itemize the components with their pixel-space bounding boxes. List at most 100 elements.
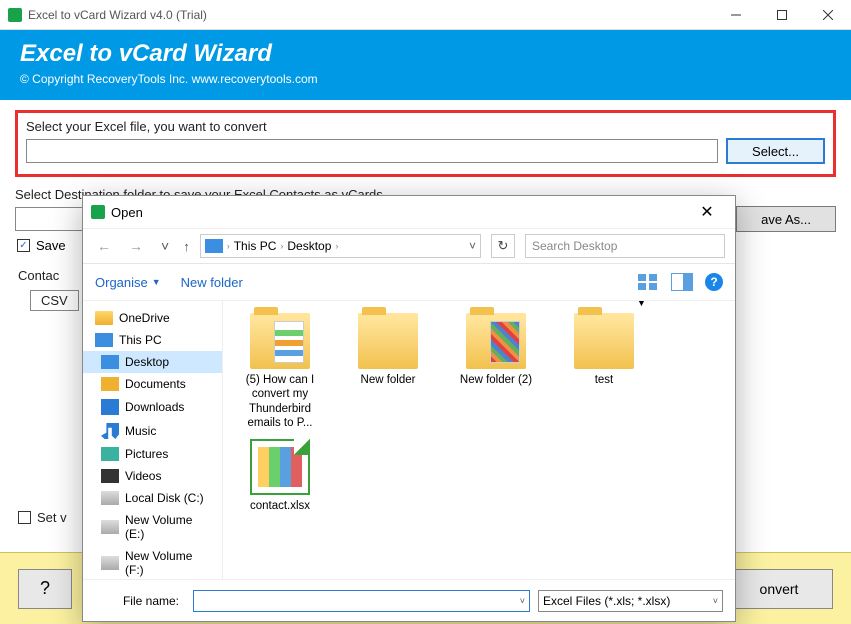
dialog-title: Open (111, 205, 687, 220)
pc-icon (205, 239, 223, 253)
ic-vid-icon (101, 469, 119, 483)
select-button[interactable]: Select... (726, 138, 825, 164)
ic-docs-icon (101, 377, 119, 391)
folder-icon (466, 313, 526, 369)
app-header-title: Excel to vCard Wizard (20, 40, 831, 68)
tree-item[interactable]: Music (83, 419, 222, 443)
ic-music-icon (101, 423, 119, 439)
contact-label: Contac (18, 268, 59, 283)
ic-pic-icon (101, 447, 119, 461)
nav-recent-icon[interactable]: ˅ (157, 238, 173, 254)
chevron-down-icon[interactable]: ˅ (520, 596, 525, 606)
dialog-footer: File name: ˅ Excel Files (*.xls; *.xlsx)… (83, 579, 735, 621)
chevron-down-icon: ▼ (152, 277, 161, 287)
folder-icon (574, 313, 634, 369)
tree-item-label: New Volume (F:) (125, 549, 214, 577)
file-label: New folder (2) (460, 373, 532, 387)
close-button[interactable] (805, 0, 851, 30)
xlsx-icon (250, 439, 310, 495)
dialog-icon (91, 205, 105, 219)
tree-item-label: Videos (125, 469, 161, 483)
tree-item[interactable]: New Volume (F:) (83, 545, 222, 579)
maximize-button[interactable] (759, 0, 805, 30)
folder-icon (358, 313, 418, 369)
app-titlebar: Excel to vCard Wizard v4.0 (Trial) (0, 0, 851, 30)
tree-item[interactable]: Local Disk (C:) (83, 487, 222, 509)
breadcrumb-desktop[interactable]: Desktop (287, 239, 331, 253)
ic-pc-icon (95, 333, 113, 347)
app-title: Excel to vCard Wizard v4.0 (Trial) (28, 8, 713, 22)
nav-forward-icon[interactable]: → (125, 238, 147, 254)
folder-tree[interactable]: OneDrive This PC Desktop Documents Downloads… (83, 301, 223, 579)
save-checkbox[interactable] (17, 239, 30, 252)
refresh-button[interactable]: ↻ (491, 234, 515, 258)
app-header: Excel to vCard Wizard © Copyright Recove… (0, 30, 851, 100)
tree-item-label: Downloads (125, 400, 184, 414)
chevron-down-icon[interactable]: ˅ (713, 596, 718, 606)
search-input[interactable]: Search Desktop (525, 234, 725, 258)
organise-button[interactable]: Organise▼ (95, 275, 161, 290)
dialog-titlebar: Open ✕ (83, 196, 735, 228)
tree-item-label: Desktop (125, 355, 169, 369)
chevron-right-icon: › (335, 241, 338, 251)
excel-path-input[interactable] (26, 139, 718, 163)
app-icon (8, 8, 22, 22)
ic-disk-icon (101, 491, 119, 505)
tree-item-label: Music (125, 424, 156, 438)
filename-label: File name: (95, 594, 185, 608)
select-file-label: Select your Excel file, you want to conv… (26, 119, 825, 134)
file-list[interactable]: (5) How can I convert my Thunderbird ema… (223, 301, 735, 579)
tree-item[interactable]: Desktop (83, 351, 222, 373)
app-copyright: © Copyright RecoveryTools Inc. www.recov… (20, 72, 831, 86)
file-filter-dropdown[interactable]: Excel Files (*.xls; *.xlsx) ˅ (538, 590, 723, 612)
new-folder-button[interactable]: New folder (181, 275, 243, 290)
nav-back-icon[interactable]: ← (93, 238, 115, 254)
dialog-body: OneDrive This PC Desktop Documents Downloads… (83, 300, 735, 579)
tree-item[interactable]: Documents (83, 373, 222, 395)
tree-item-label: Local Disk (C:) (125, 491, 204, 505)
tree-item[interactable]: OneDrive (83, 307, 222, 329)
tree-item-label: This PC (119, 333, 162, 347)
chevron-down-icon[interactable]: ˅ (469, 239, 476, 253)
preview-pane-button[interactable] (671, 273, 693, 291)
dialog-close-button[interactable]: ✕ (687, 202, 727, 222)
file-label: test (595, 373, 614, 387)
file-item[interactable]: New folder (2) (451, 313, 541, 431)
breadcrumb[interactable]: › This PC › Desktop › ˅ (200, 234, 481, 258)
tree-item[interactable]: Downloads (83, 395, 222, 419)
file-item[interactable]: (5) How can I convert my Thunderbird ema… (235, 313, 325, 431)
convert-button[interactable]: onvert (725, 569, 833, 609)
file-label: (5) How can I convert my Thunderbird ema… (235, 373, 325, 431)
save-checkbox-label: Save (36, 238, 66, 253)
nav-up-icon[interactable]: ↑ (183, 239, 190, 254)
chevron-right-icon: › (280, 241, 283, 251)
file-item[interactable]: test (559, 313, 649, 431)
filename-input[interactable]: ˅ (193, 590, 530, 612)
view-icons-button[interactable]: ▼ (637, 273, 659, 291)
save-as-button[interactable]: ave As... (736, 206, 836, 232)
set-version-label: Set v (37, 510, 67, 525)
tree-item-label: Documents (125, 377, 186, 391)
help-button[interactable]: ? (18, 569, 72, 609)
file-item[interactable]: contact.xlsx (235, 439, 325, 513)
tree-item[interactable]: This PC (83, 329, 222, 351)
folder-icon (250, 313, 310, 369)
window-buttons (713, 0, 851, 30)
tree-item[interactable]: Pictures (83, 443, 222, 465)
dialog-toolbar: Organise▼ New folder ▼ ? (83, 264, 735, 300)
tree-item[interactable]: Videos (83, 465, 222, 487)
minimize-button[interactable] (713, 0, 759, 30)
breadcrumb-this-pc[interactable]: This PC (234, 239, 277, 253)
help-icon[interactable]: ? (705, 273, 723, 291)
tree-item[interactable]: New Volume (E:) (83, 509, 222, 545)
file-item[interactable]: New folder (343, 313, 433, 431)
dialog-nav: ← → ˅ ↑ › This PC › Desktop › ˅ ↻ Search… (83, 228, 735, 264)
open-dialog: Open ✕ ← → ˅ ↑ › This PC › Desktop › ˅ ↻… (82, 195, 736, 622)
select-file-section: Select your Excel file, you want to conv… (15, 110, 836, 177)
tree-item-label: OneDrive (119, 311, 170, 325)
file-label: New folder (361, 373, 416, 387)
chevron-right-icon: › (227, 241, 230, 251)
contact-format[interactable]: CSV (30, 290, 79, 311)
ic-desktop-icon (101, 355, 119, 369)
set-version-checkbox[interactable] (18, 511, 31, 524)
